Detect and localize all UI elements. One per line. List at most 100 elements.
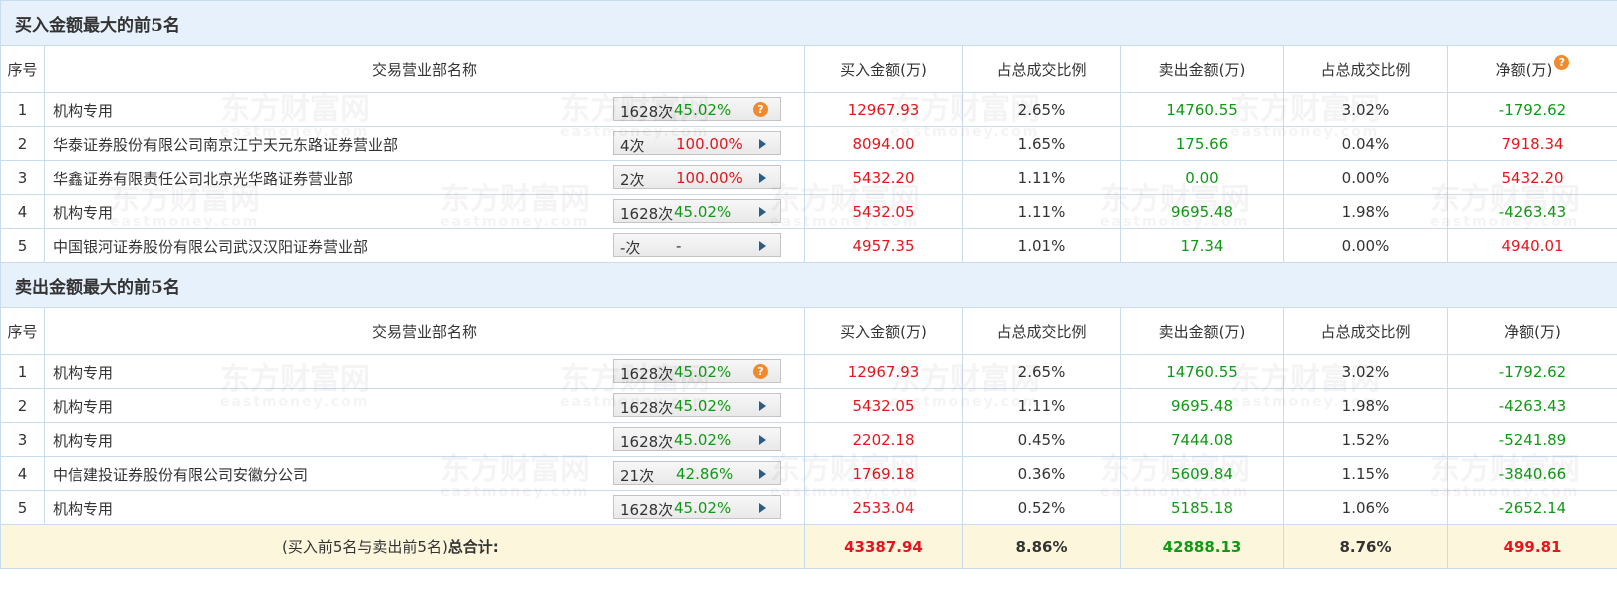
column-header-index: 序号 [0, 45, 45, 93]
table-row: 5 中国银河证券股份有限公司武汉汉阳证券营业部 -次 - 4957.35 1.01% 17.… [0, 228, 1617, 263]
buy-ratio: 0.36% [962, 456, 1121, 491]
net-amount: -4263.43 [1446, 194, 1617, 229]
row-index: 5 [0, 228, 45, 263]
broker-stats-toggle[interactable]: 2次 100.00% [613, 165, 781, 189]
win-rate: 100.00% [676, 169, 743, 187]
net-amount: -5241.89 [1446, 422, 1617, 457]
net-amount: -3840.66 [1446, 456, 1617, 491]
table-row: 4 中信建投证券股份有限公司安徽分公司 21次 42.86% 1769.18 0.36% 5… [0, 456, 1617, 491]
row-index: 2 [0, 126, 45, 161]
broker-stats-toggle[interactable]: 1628次 45.02% [613, 427, 781, 451]
win-rate: 100.00% [676, 135, 743, 153]
total-buy-amount: 43387.94 [804, 524, 963, 569]
expand-arrow-icon[interactable] [759, 469, 766, 479]
column-header-buy-pct: 占总成交比例 [962, 45, 1121, 93]
sell-amount: 0.00 [1120, 160, 1284, 195]
net-amount: -2652.14 [1446, 490, 1617, 525]
broker-stats-toggle[interactable]: 21次 42.86% [613, 461, 781, 485]
appearance-count: 1628次 [620, 103, 674, 121]
help-icon[interactable]: ? [753, 364, 768, 379]
broker-name-link[interactable]: 机构专用 [53, 396, 113, 417]
column-header-label: 净额(万) [1504, 322, 1561, 341]
broker-name-link[interactable]: 机构专用 [53, 498, 113, 519]
total-sell-amount: 42888.13 [1120, 524, 1284, 569]
lhb-table: 买入金额最大的前5名 序号 交易营业部名称 买入金额(万) 占总成交比例 卖出金额(万) 占… [0, 0, 1617, 569]
column-header-name: 交易营业部名称 [44, 307, 805, 355]
sell-amount: 5609.84 [1120, 456, 1284, 491]
expand-arrow-icon[interactable] [759, 207, 766, 217]
expand-arrow-icon[interactable] [759, 173, 766, 183]
buy-ratio: 1.11% [962, 388, 1121, 423]
broker-name-link[interactable]: 机构专用 [53, 430, 113, 451]
broker-name-link[interactable]: 中信建投证券股份有限公司安徽分公司 [53, 464, 308, 485]
buy-amount: 8094.00 [804, 126, 963, 161]
column-header-label: 占总成交比例 [1320, 322, 1411, 341]
expand-arrow-icon[interactable] [759, 139, 766, 149]
table-row: 3 华鑫证券有限责任公司北京光华路证券营业部 2次 100.00% 5432.20 1.1… [0, 160, 1617, 195]
column-header-sell-amount: 卖出金额(万) [1120, 45, 1284, 93]
broker-name-link[interactable]: 机构专用 [53, 202, 113, 223]
broker-stats-toggle[interactable]: -次 - [613, 233, 781, 257]
buy-amount: 5432.20 [804, 160, 963, 195]
broker-stats-toggle[interactable]: 1628次 45.02% [613, 495, 781, 519]
column-header-label: 交易营业部名称 [371, 322, 477, 341]
column-header-buy-amount: 买入金额(万) [804, 45, 963, 93]
appearance-count: 2次 [620, 171, 645, 189]
sell-amount: 5185.18 [1120, 490, 1284, 525]
appearance-count: 1628次 [620, 399, 674, 417]
broker-cell: 机构专用 1628次 45.02%? [44, 92, 805, 127]
table-row: 1 机构专用 1628次 45.02%? 12967.93 2.65% 14760.55 3.… [0, 354, 1617, 389]
table-row: 2 机构专用 1628次 45.02% 5432.05 1.11% 9695.48 1.98%… [0, 388, 1617, 423]
broker-stats-toggle[interactable]: 1628次 45.02% [613, 393, 781, 417]
column-header-sell-pct: 占总成交比例 [1283, 45, 1448, 93]
column-header-label: 交易营业部名称 [371, 60, 477, 79]
row-index: 4 [0, 456, 45, 491]
broker-name-link[interactable]: 机构专用 [53, 362, 113, 383]
column-header-label: 占总成交比例 [996, 322, 1087, 341]
net-amount: 7918.34 [1446, 126, 1617, 161]
buy-ratio: 1.01% [962, 228, 1121, 263]
broker-name-link[interactable]: 中国银河证券股份有限公司武汉汉阳证券营业部 [53, 236, 368, 257]
broker-cell: 华鑫证券有限责任公司北京光华路证券营业部 2次 100.00% [44, 160, 805, 195]
broker-name-link[interactable]: 机构专用 [53, 100, 113, 121]
buy-amount: 5432.05 [804, 194, 963, 229]
help-icon[interactable]: ? [1554, 54, 1570, 70]
column-header-label: 买入金额(万) [840, 60, 927, 79]
buy-amount: 1769.18 [804, 456, 963, 491]
win-rate: 45.02% [674, 397, 732, 415]
expand-arrow-icon[interactable] [759, 503, 766, 513]
total-row: (买入前5名与卖出前5名)总合计: 43387.94 8.86% 42888.13 8.… [0, 524, 1617, 569]
appearance-count: 21次 [620, 467, 655, 485]
expand-arrow-icon[interactable] [759, 401, 766, 411]
win-rate: - [676, 237, 682, 255]
buy-amount: 4957.35 [804, 228, 963, 263]
broker-stats-toggle[interactable]: 1628次 45.02%? [613, 97, 781, 121]
expand-arrow-icon[interactable] [759, 241, 766, 251]
column-header-label: 序号 [7, 322, 38, 341]
column-header-net: 净额(万)? [1446, 45, 1617, 93]
broker-name-link[interactable]: 华鑫证券有限责任公司北京光华路证券营业部 [53, 168, 353, 189]
broker-stats-toggle[interactable]: 4次 100.00% [613, 131, 781, 155]
sell-ratio: 0.00% [1283, 160, 1448, 195]
help-icon[interactable]: ? [753, 102, 768, 117]
win-rate: 45.02% [674, 101, 732, 119]
column-header-buy-pct: 占总成交比例 [962, 307, 1121, 355]
appearance-count: 1628次 [620, 433, 674, 451]
buy-ratio: 2.65% [962, 92, 1121, 127]
column-header-label: 占总成交比例 [1320, 60, 1411, 79]
broker-stats-toggle[interactable]: 1628次 45.02%? [613, 359, 781, 383]
sell-amount: 17.34 [1120, 228, 1284, 263]
column-header-name: 交易营业部名称 [44, 45, 805, 93]
win-rate: 45.02% [674, 499, 732, 517]
net-amount: -1792.62 [1446, 354, 1617, 389]
table-row: 5 机构专用 1628次 45.02% 2533.04 0.52% 5185.18 1.06%… [0, 490, 1617, 525]
expand-arrow-icon[interactable] [759, 435, 766, 445]
broker-cell: 机构专用 1628次 45.02% [44, 422, 805, 457]
buy-ratio: 1.11% [962, 160, 1121, 195]
broker-stats-toggle[interactable]: 1628次 45.02% [613, 199, 781, 223]
column-header-label: 卖出金额(万) [1158, 60, 1246, 79]
section-title-row: 卖出金额最大的前5名 [0, 262, 1617, 308]
broker-name-link[interactable]: 华泰证券股份有限公司南京江宁天元东路证券营业部 [53, 134, 398, 155]
sell-amount: 14760.55 [1120, 92, 1284, 127]
appearance-count: 4次 [620, 137, 645, 155]
